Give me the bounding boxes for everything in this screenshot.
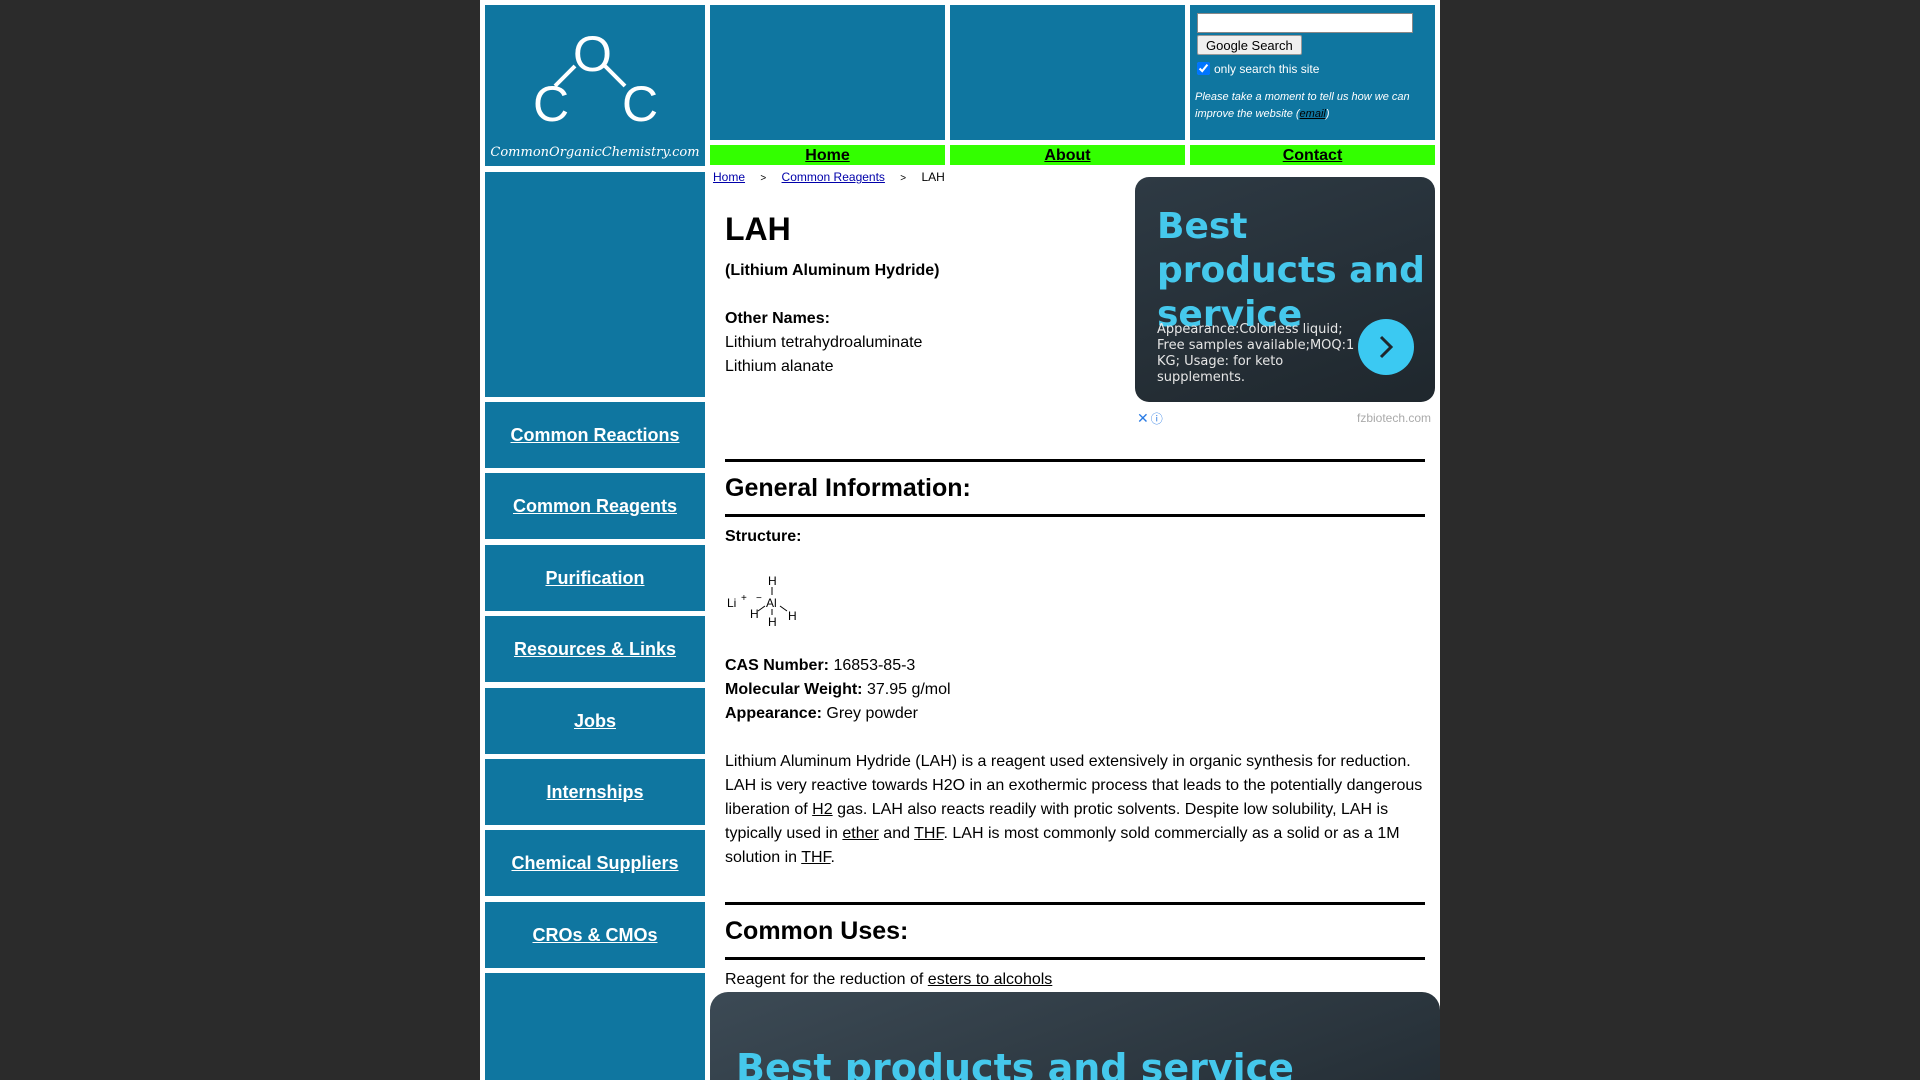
structure-h-bottom: H — [768, 615, 777, 629]
divider — [725, 957, 1425, 960]
esters-to-alcohols-link[interactable]: esters to alcohols — [928, 971, 1053, 988]
nav-contact-link[interactable]: Contact — [1283, 147, 1343, 164]
site-only-checkbox[interactable] — [1197, 62, 1210, 75]
divider — [725, 514, 1425, 517]
nav-contact[interactable]: Contact — [1190, 145, 1435, 165]
header-panel-1 — [710, 5, 945, 140]
ad-banner[interactable]: Best products and service Appearance:Col… — [1135, 177, 1435, 402]
sidebar-item-purification[interactable]: Purification — [485, 545, 705, 611]
other-name-1: Lithium tetrahydroaluminate — [725, 334, 923, 351]
ad-domain[interactable]: fzbiotech.com — [1357, 411, 1431, 425]
uses-text: Reagent for the reduction of — [725, 971, 928, 988]
appearance-row: Appearance: Grey powder — [725, 702, 918, 726]
mw-label: Molecular Weight: — [725, 681, 863, 698]
sidebar-item-common-reagents[interactable]: Common Reagents — [485, 473, 705, 539]
breadcrumb-common-reagents[interactable]: Common Reagents — [782, 170, 885, 184]
sidebar-item-label[interactable]: Chemical Suppliers — [511, 853, 678, 873]
structure-h-right: H — [788, 609, 797, 623]
divider — [725, 459, 1425, 462]
appearance-value: Grey powder — [826, 705, 918, 722]
logo-letter-c2: C — [622, 76, 658, 131]
sidebar-item-internships[interactable]: Internships — [485, 759, 705, 825]
ad-choices[interactable]: ✕ ⓘ — [1137, 410, 1163, 427]
sidebar-item-label[interactable]: Internships — [546, 782, 643, 802]
structure-plus: + — [741, 593, 747, 604]
site-only-label: only search this site — [1214, 62, 1320, 76]
search-panel: Google Search only search this site Plea… — [1190, 5, 1435, 140]
nav-home-link[interactable]: Home — [805, 147, 849, 164]
ad-go-button[interactable] — [1358, 319, 1414, 375]
site-name: CommonOrganicChemistry.com — [490, 145, 700, 160]
lah-structure-diagram: Li + − Al H H H H — [727, 574, 797, 629]
reagent-full-name: (Lithium Aluminum Hydride) — [725, 262, 940, 279]
other-names-label: Other Names: — [725, 310, 830, 327]
sidebar-item-label[interactable]: Resources & Links — [514, 639, 676, 659]
ad-headline: Best products and service — [1157, 206, 1425, 335]
nav-about-link[interactable]: About — [1044, 147, 1090, 164]
breadcrumb-separator: > — [760, 173, 767, 184]
breadcrumb-current: LAH — [921, 170, 945, 184]
sidebar-item-label[interactable]: Common Reactions — [510, 425, 679, 445]
cas-value: 16853-85-3 — [833, 657, 916, 674]
structure-h-left: H — [750, 607, 759, 621]
header-panel-2 — [950, 5, 1185, 140]
breadcrumb-separator: > — [900, 173, 907, 184]
sidebar-item-label[interactable]: Purification — [545, 568, 644, 588]
structure-h-top: H — [768, 574, 777, 588]
mw-row: Molecular Weight: 37.95 g/mol — [725, 678, 951, 702]
google-search-button[interactable]: Google Search — [1197, 35, 1302, 55]
search-input[interactable] — [1197, 13, 1413, 33]
general-info-heading: General Information: — [725, 474, 971, 502]
description-paragraph: Lithium Aluminum Hydride (LAH) is a reag… — [725, 750, 1430, 870]
chevron-right-icon — [1379, 335, 1394, 359]
cas-row: CAS Number: 16853-85-3 — [725, 654, 915, 678]
appearance-label: Appearance: — [725, 705, 822, 722]
sidebar-item-label[interactable]: Common Reagents — [513, 496, 677, 516]
thf-link[interactable]: THF — [801, 849, 830, 866]
nav-about[interactable]: About — [950, 145, 1185, 165]
logo-letter-c1: C — [533, 76, 569, 131]
site-logo[interactable]: C O C CommonOrganicChemistry.com — [485, 5, 705, 166]
common-uses-heading: Common Uses: — [725, 917, 909, 945]
sidebar-item-resources-links[interactable]: Resources & Links — [485, 616, 705, 682]
divider — [725, 902, 1425, 905]
sidebar-item-cros-cmos[interactable]: CROs & CMOs — [485, 902, 705, 968]
ad-info-icon[interactable]: ⓘ — [1151, 412, 1163, 426]
breadcrumb: Home > Common Reagents > LAH — [713, 170, 945, 184]
sidebar-item-jobs[interactable]: Jobs — [485, 688, 705, 754]
breadcrumb-home[interactable]: Home — [713, 170, 745, 184]
sidebar-item-label[interactable]: CROs & CMOs — [532, 925, 657, 945]
description-text: and — [878, 825, 915, 842]
other-name-2: Lithium alanate — [725, 358, 834, 375]
feedback-close: ) — [1325, 108, 1330, 120]
thf-link[interactable]: THF — [914, 825, 943, 842]
page: C O C CommonOrganicChemistry.com Google … — [480, 0, 1440, 1080]
structure-minus: − — [756, 593, 762, 604]
site-only-option: only search this site — [1197, 62, 1319, 76]
bottom-ad-banner[interactable]: Best products and service — [710, 992, 1440, 1080]
ad-close-icon[interactable]: ✕ — [1137, 410, 1149, 426]
logo-molecule-icon: C O C — [533, 31, 658, 131]
description-text: . — [830, 849, 835, 866]
feedback-note: Please take a moment to tell us how we c… — [1195, 89, 1430, 123]
sidebar-bottom-panel — [485, 973, 705, 1080]
sidebar-item-label[interactable]: Jobs — [574, 711, 616, 731]
bottom-ad-headline: Best products and service — [736, 1046, 1294, 1080]
logo-letter-o: O — [573, 31, 612, 82]
ad-description: Appearance:Colorless liquid; Free sample… — [1157, 322, 1355, 385]
page-title: LAH — [725, 211, 791, 247]
h2-link[interactable]: H2 — [812, 801, 832, 818]
structure-li: Li — [727, 596, 736, 610]
sidebar-ad-slot — [485, 172, 705, 397]
mw-value: 37.95 g/mol — [866, 681, 951, 698]
structure-al: Al — [766, 596, 777, 610]
uses-row: Reagent for the reduction of esters to a… — [725, 968, 1052, 992]
structure-label: Structure: — [725, 528, 802, 545]
sidebar-item-chemical-suppliers[interactable]: Chemical Suppliers — [485, 830, 705, 896]
sidebar-item-common-reactions[interactable]: Common Reactions — [485, 402, 705, 468]
feedback-email-link[interactable]: email — [1300, 108, 1326, 120]
ether-link[interactable]: ether — [842, 825, 878, 842]
nav-home[interactable]: Home — [710, 145, 945, 165]
cas-label: CAS Number: — [725, 657, 830, 674]
